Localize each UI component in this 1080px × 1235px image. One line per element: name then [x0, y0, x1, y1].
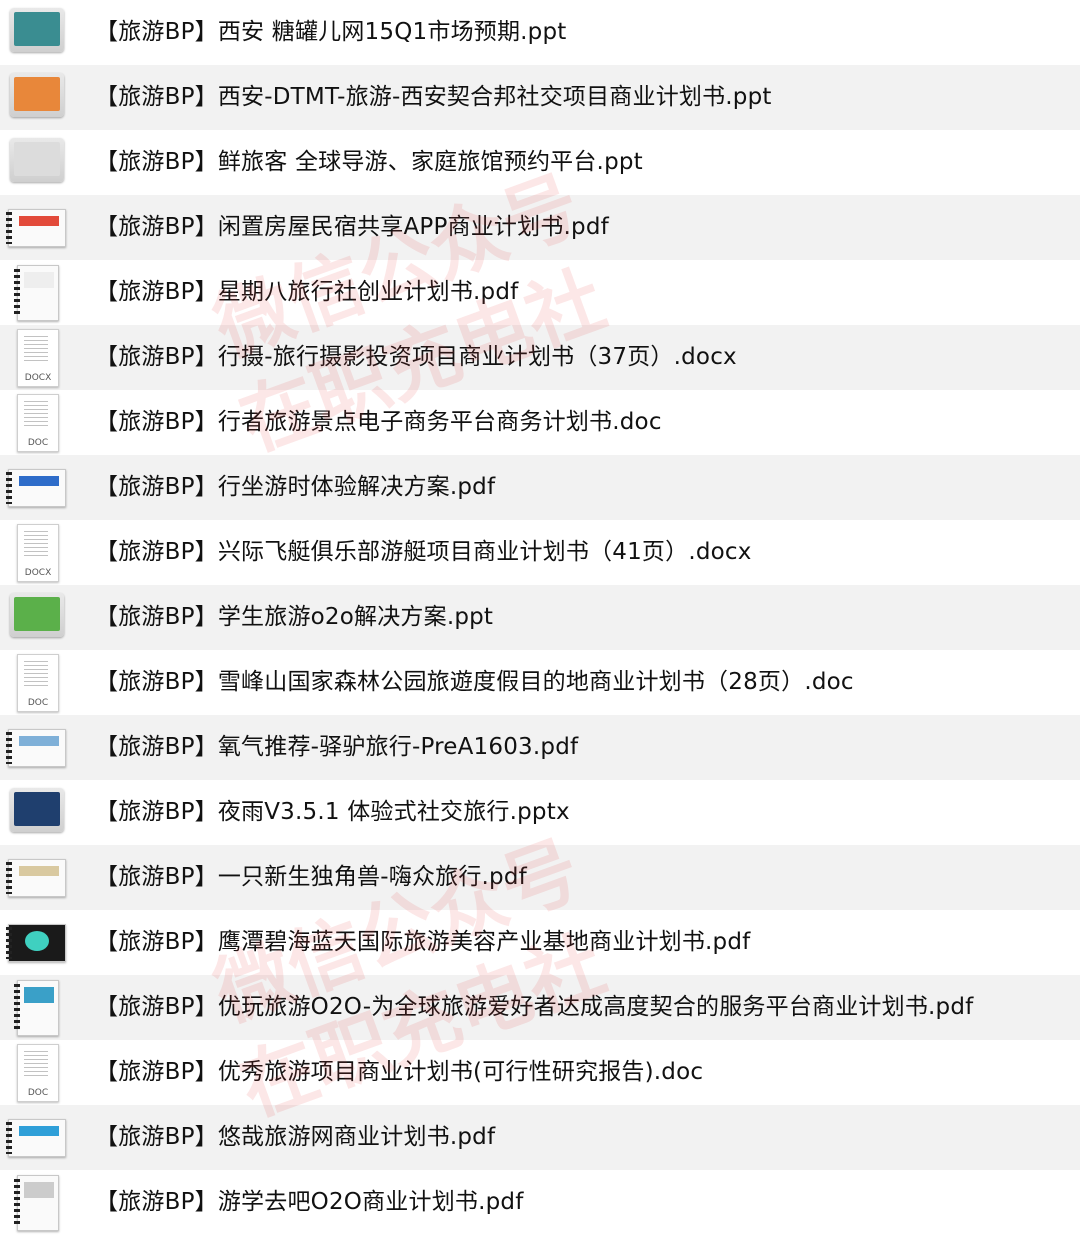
file-row[interactable]: DOC 【旅游BP】雪峰山国家森林公园旅遊度假目的地商业计划书（28页）.doc [0, 650, 1080, 715]
pdf-file-icon [14, 1175, 59, 1231]
file-row[interactable]: DOC 【旅游BP】优秀旅游项目商业计划书(可行性研究报告).doc [0, 1040, 1080, 1105]
file-row[interactable]: 【旅游BP】游学去吧O2O商业计划书.pdf [0, 1170, 1080, 1235]
file-name[interactable]: 【旅游BP】西安 糖罐儿网15Q1市场预期.ppt [95, 0, 567, 65]
file-name[interactable]: 【旅游BP】鹰潭碧海蓝天国际旅游美容产业基地商业计划书.pdf [95, 910, 750, 975]
file-name[interactable]: 【旅游BP】兴际飞艇俱乐部游艇项目商业计划书（41页）.docx [95, 520, 752, 585]
file-name[interactable]: 【旅游BP】鲜旅客 全球导游、家庭旅馆预约平台.ppt [95, 130, 643, 195]
file-list: 【旅游BP】西安 糖罐儿网15Q1市场预期.ppt 【旅游BP】西安-DTMT-旅… [0, 0, 1080, 1235]
file-row[interactable]: 【旅游BP】鹰潭碧海蓝天国际旅游美容产业基地商业计划书.pdf [0, 910, 1080, 975]
doc-type-label: DOC [27, 1088, 49, 1098]
pdf-file-icon [6, 924, 66, 962]
ppt-file-icon [10, 8, 64, 52]
file-row[interactable]: 【旅游BP】西安-DTMT-旅游-西安契合邦社交项目商业计划书.ppt [0, 65, 1080, 130]
pdf-file-icon [6, 469, 66, 507]
file-row[interactable]: 【旅游BP】星期八旅行社创业计划书.pdf [0, 260, 1080, 325]
file-row[interactable]: DOCX 【旅游BP】兴际飞艇俱乐部游艇项目商业计划书（41页）.docx [0, 520, 1080, 585]
doc-type-label: DOCX [24, 568, 52, 578]
doc-file-icon: DOCX [17, 524, 59, 582]
file-name[interactable]: 【旅游BP】氧气推荐-驿驴旅行-PreA1603.pdf [95, 715, 578, 780]
pdf-file-icon [14, 265, 59, 321]
file-name[interactable]: 【旅游BP】游学去吧O2O商业计划书.pdf [95, 1170, 524, 1235]
doc-file-icon: DOCX [17, 329, 59, 387]
file-name[interactable]: 【旅游BP】行坐游时体验解决方案.pdf [95, 455, 495, 520]
file-row[interactable]: 【旅游BP】夜雨V3.5.1 体验式社交旅行.pptx [0, 780, 1080, 845]
doc-type-label: DOCX [24, 373, 52, 383]
file-name[interactable]: 【旅游BP】闲置房屋民宿共享APP商业计划书.pdf [95, 195, 609, 260]
file-name[interactable]: 【旅游BP】行摄-旅行摄影投资项目商业计划书（37页）.docx [95, 325, 737, 390]
pdf-file-icon [6, 859, 66, 897]
file-row[interactable]: 【旅游BP】氧气推荐-驿驴旅行-PreA1603.pdf [0, 715, 1080, 780]
file-name[interactable]: 【旅游BP】雪峰山国家森林公园旅遊度假目的地商业计划书（28页）.doc [95, 650, 854, 715]
pdf-file-icon [6, 1119, 66, 1157]
file-name[interactable]: 【旅游BP】行者旅游景点电子商务平台商务计划书.doc [95, 390, 662, 455]
ppt-file-icon [10, 138, 64, 182]
file-row[interactable]: DOCX 【旅游BP】行摄-旅行摄影投资项目商业计划书（37页）.docx [0, 325, 1080, 390]
doc-file-icon: DOC [17, 654, 59, 712]
file-row[interactable]: 【旅游BP】闲置房屋民宿共享APP商业计划书.pdf [0, 195, 1080, 260]
file-name[interactable]: 【旅游BP】星期八旅行社创业计划书.pdf [95, 260, 518, 325]
doc-type-label: DOC [27, 438, 49, 448]
file-name[interactable]: 【旅游BP】西安-DTMT-旅游-西安契合邦社交项目商业计划书.ppt [95, 65, 772, 130]
pdf-file-icon [14, 980, 59, 1036]
file-row[interactable]: 【旅游BP】鲜旅客 全球导游、家庭旅馆预约平台.ppt [0, 130, 1080, 195]
doc-file-icon: DOC [17, 394, 59, 452]
doc-file-icon: DOC [17, 1044, 59, 1102]
ppt-file-icon [10, 593, 64, 637]
file-name[interactable]: 【旅游BP】悠哉旅游网商业计划书.pdf [95, 1105, 495, 1170]
file-row[interactable]: 【旅游BP】一只新生独角兽-嗨众旅行.pdf [0, 845, 1080, 910]
file-row[interactable]: 【旅游BP】学生旅游o2o解决方案.ppt [0, 585, 1080, 650]
file-row[interactable]: 【旅游BP】悠哉旅游网商业计划书.pdf [0, 1105, 1080, 1170]
file-row[interactable]: 【旅游BP】行坐游时体验解决方案.pdf [0, 455, 1080, 520]
doc-type-label: DOC [27, 698, 49, 708]
file-row[interactable]: DOC 【旅游BP】行者旅游景点电子商务平台商务计划书.doc [0, 390, 1080, 455]
file-name[interactable]: 【旅游BP】优秀旅游项目商业计划书(可行性研究报告).doc [95, 1040, 703, 1105]
file-row[interactable]: 【旅游BP】西安 糖罐儿网15Q1市场预期.ppt [0, 0, 1080, 65]
ppt-file-icon [10, 788, 64, 832]
file-name[interactable]: 【旅游BP】学生旅游o2o解决方案.ppt [95, 585, 493, 650]
file-name[interactable]: 【旅游BP】优玩旅游O2O-为全球旅游爱好者达成高度契合的服务平台商业计划书.p… [95, 975, 973, 1040]
ppt-file-icon [10, 73, 64, 117]
pdf-file-icon [6, 209, 66, 247]
file-row[interactable]: 【旅游BP】优玩旅游O2O-为全球旅游爱好者达成高度契合的服务平台商业计划书.p… [0, 975, 1080, 1040]
file-name[interactable]: 【旅游BP】夜雨V3.5.1 体验式社交旅行.pptx [95, 780, 570, 845]
pdf-file-icon [6, 729, 66, 767]
file-name[interactable]: 【旅游BP】一只新生独角兽-嗨众旅行.pdf [95, 845, 527, 910]
